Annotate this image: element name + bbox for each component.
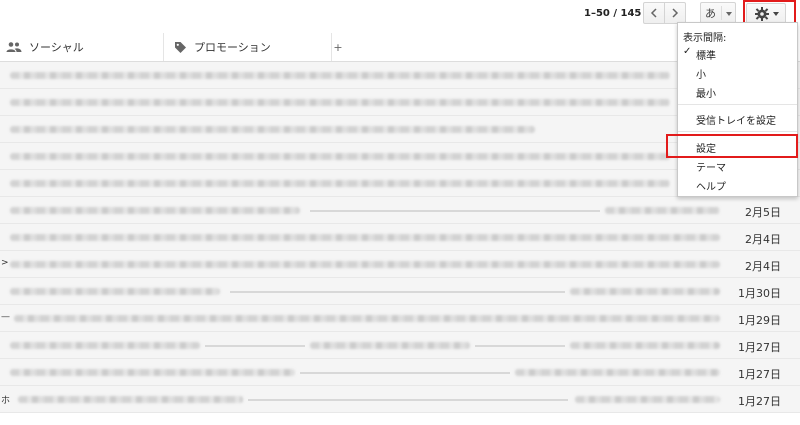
menu-item-label: テーマ	[696, 163, 726, 174]
density-small-item[interactable]: 小	[678, 63, 797, 81]
caret-down-icon	[726, 12, 732, 16]
divider	[721, 6, 722, 20]
tag-icon	[174, 41, 187, 54]
message-date: 1月30日	[738, 287, 781, 300]
density-smallest-item[interactable]: 最小	[678, 82, 797, 100]
menu-item-label: 受信トレイを設定	[696, 116, 776, 127]
message-row[interactable]: — 1月29日	[0, 305, 800, 332]
older-page-button[interactable]	[664, 2, 686, 24]
tab-social[interactable]: ソーシャル	[6, 33, 162, 61]
input-tools-label: あ	[705, 7, 716, 20]
message-date: 1月29日	[738, 314, 781, 327]
message-row[interactable]: 2月4日	[0, 224, 800, 251]
message-date: 1月27日	[738, 341, 781, 354]
message-date: 1月27日	[738, 368, 781, 381]
menu-item-label: 最小	[696, 89, 716, 100]
checkmark-icon: ✓	[683, 46, 692, 57]
themes-item[interactable]: テーマ	[678, 156, 797, 174]
inbox-settings-item[interactable]: 受信トレイを設定	[678, 109, 797, 127]
message-date: 1月27日	[738, 395, 781, 408]
tab-label: プロモーション	[194, 41, 271, 54]
menu-item-label: 小	[696, 70, 706, 81]
row-marker: >	[1, 258, 9, 268]
chevron-left-icon	[650, 8, 657, 18]
message-date: 2月4日	[745, 233, 781, 246]
settings-highlight-box	[666, 134, 798, 158]
message-row[interactable]: 1月27日	[0, 359, 800, 386]
settings-menu: 表示間隔: ✓ 標準 小 最小 受信トレイを設定 設定 テーマ ヘルプ	[677, 22, 798, 197]
density-standard-item[interactable]: ✓ 標準	[678, 44, 797, 62]
message-row[interactable]: ホ 1月27日	[0, 386, 800, 413]
row-marker: —	[1, 312, 10, 322]
menu-divider	[678, 131, 797, 132]
chevron-right-icon	[672, 8, 679, 18]
density-header-label: 表示間隔:	[683, 33, 727, 44]
row-marker: ホ	[1, 396, 11, 406]
menu-item-label: ヘルプ	[696, 182, 726, 193]
people-icon	[6, 41, 22, 53]
density-header: 表示間隔:	[678, 26, 797, 44]
message-row[interactable]: 2月5日	[0, 197, 800, 224]
message-row[interactable]: 1月27日	[0, 332, 800, 359]
help-item[interactable]: ヘルプ	[678, 175, 797, 193]
tab-promotions[interactable]: プロモーション	[163, 33, 331, 61]
message-row[interactable]: 1月30日	[0, 278, 800, 305]
message-date: 2月5日	[745, 206, 781, 219]
newer-page-button[interactable]	[643, 2, 665, 24]
add-tab-button[interactable]: +	[331, 33, 344, 61]
input-tools-button[interactable]: あ	[700, 2, 736, 24]
menu-divider	[678, 104, 797, 105]
message-row[interactable]: > 2月4日	[0, 251, 800, 278]
menu-item-label: 標準	[696, 51, 716, 62]
pager-count: 1–50 / 145	[584, 8, 642, 19]
message-date: 2月4日	[745, 260, 781, 273]
tab-label: ソーシャル	[29, 41, 84, 54]
